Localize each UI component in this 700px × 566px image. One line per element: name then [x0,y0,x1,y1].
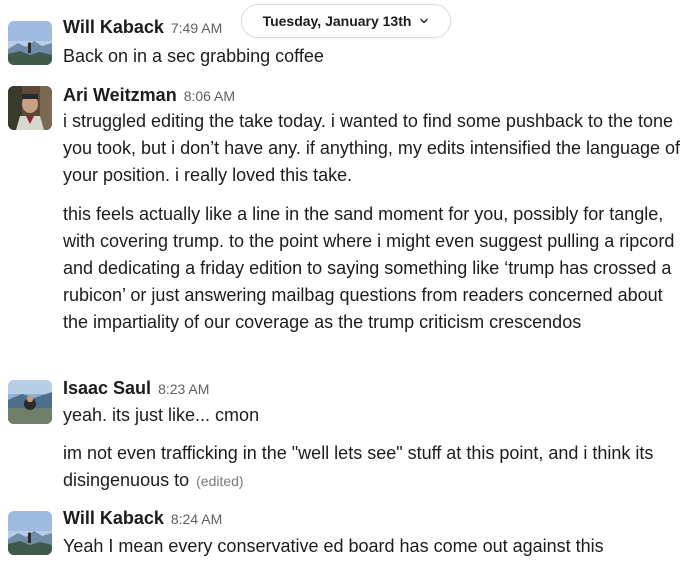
chevron-down-icon [419,16,429,26]
avatar[interactable] [8,511,52,555]
message-body: im not even trafficking in the "well let… [63,443,654,490]
message-text: Yeah I mean every conservative ed board … [63,536,604,556]
author-name[interactable]: Ari Weitzman [63,85,177,105]
mountain-photo-avatar-icon [8,21,52,65]
author-name[interactable]: Will Kaback [63,508,164,528]
mountain-photo-avatar-icon [8,511,52,555]
timestamp[interactable]: 7:49 AM [171,20,222,36]
message-text: this feels actually like a line in the s… [63,204,675,332]
edited-label: (edited) [196,473,244,489]
message-text: Back on in a sec grabbing coffee [63,46,324,66]
timestamp[interactable]: 8:23 AM [158,381,209,397]
person-photo-avatar-icon [8,86,52,130]
date-label: Tuesday, January 13th [262,13,412,29]
avatar[interactable] [8,380,52,424]
message-text: i struggled editing the take today. i wa… [63,111,681,185]
lake-photo-avatar-icon [8,380,52,424]
timestamp[interactable]: 8:06 AM [184,88,235,104]
author-name[interactable]: Will Kaback [63,17,164,37]
author-name[interactable]: Isaac Saul [63,378,151,398]
avatar[interactable] [8,86,52,130]
message-text: yeah. its just like... cmon [63,405,260,425]
timestamp[interactable]: 8:24 AM [171,511,222,527]
avatar[interactable] [8,21,52,65]
date-divider-button[interactable]: Tuesday, January 13th [241,4,451,38]
message-text-edited: im not even trafficking in the "well let… [63,440,685,495]
